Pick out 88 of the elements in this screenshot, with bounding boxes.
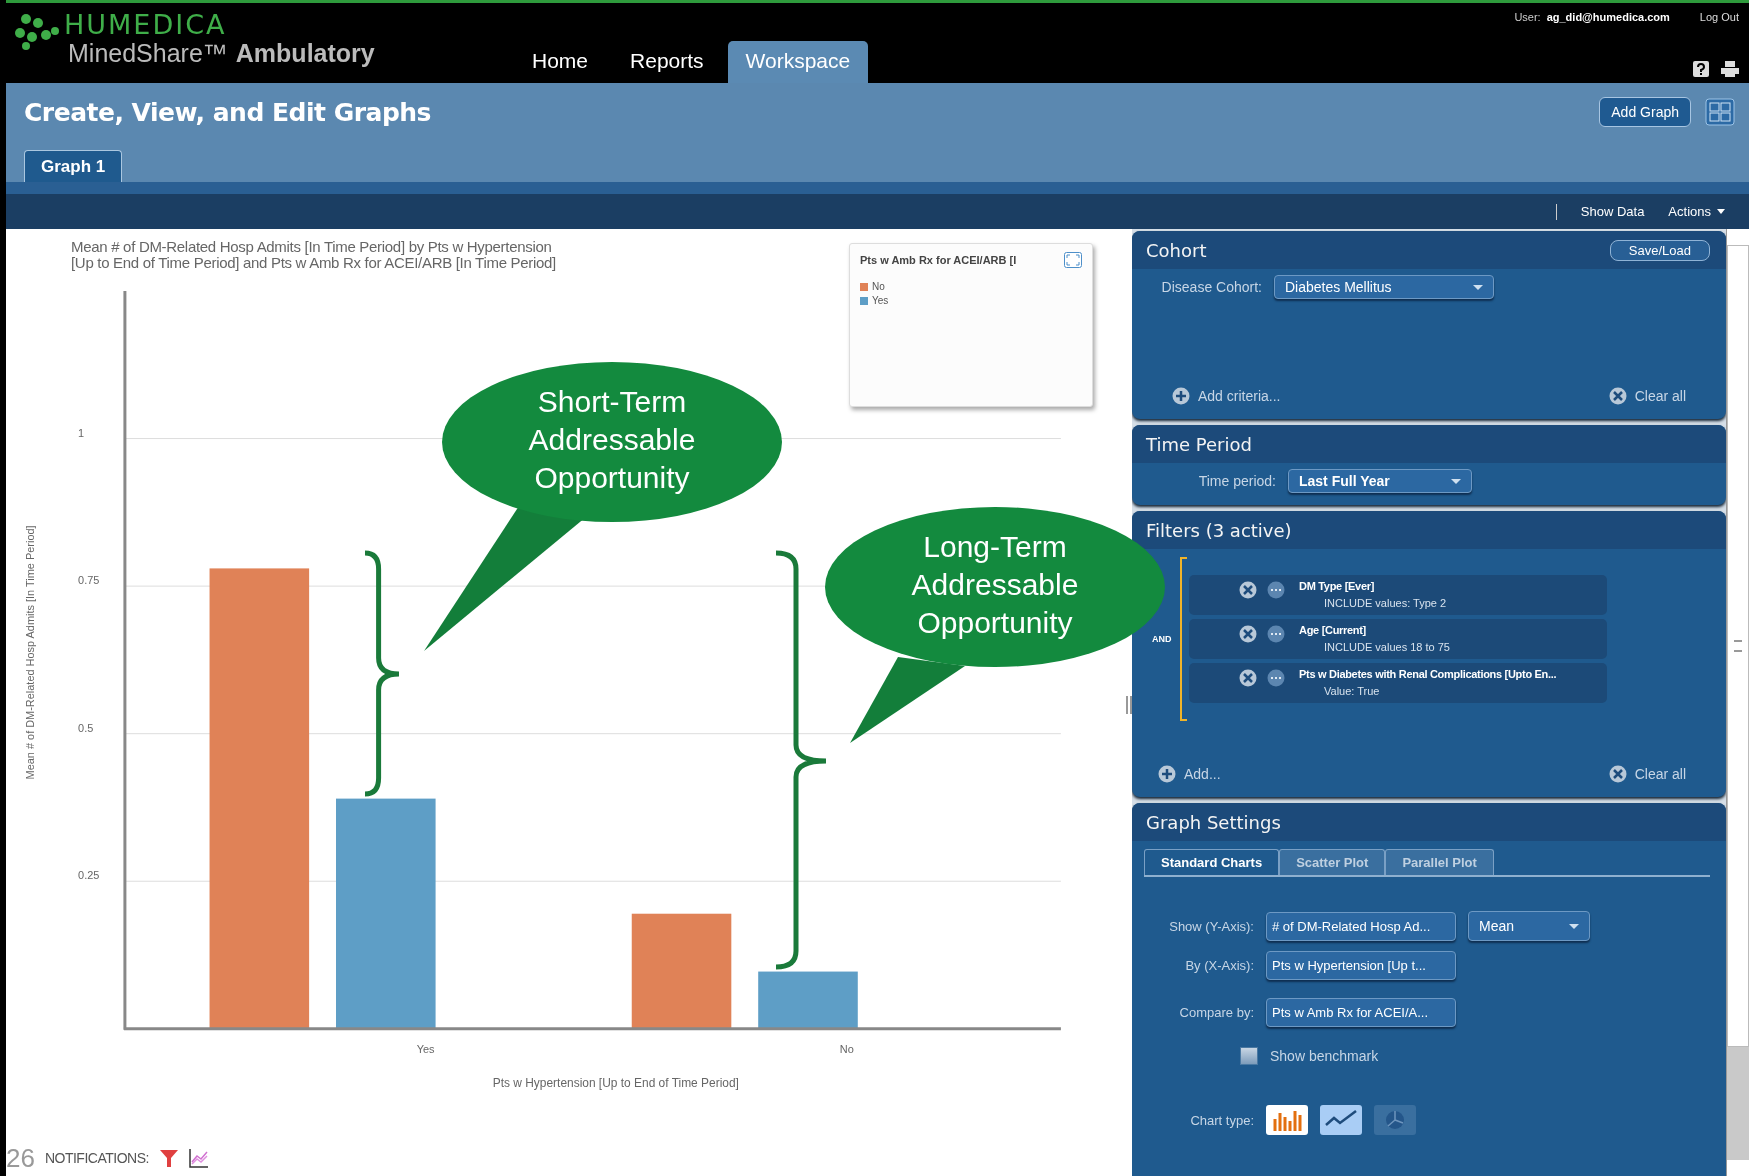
variable-selector[interactable]: Pts w Amb Rx for ACEI/A... — [1266, 998, 1456, 1027]
help-icon[interactable] — [1693, 61, 1709, 77]
add-graph-button[interactable]: Add Graph — [1599, 97, 1691, 127]
nav-tab[interactable]: Workspace — [727, 41, 869, 83]
add-filter-link[interactable]: Add... — [1184, 766, 1221, 782]
nav-tab[interactable]: Home — [514, 41, 607, 83]
clear-all-link[interactable]: Clear all — [1634, 766, 1687, 782]
field-label: By (X-Axis): — [1184, 958, 1254, 973]
y-axis-title: Mean # of DM-Related Hosp Admits [In Time Period] — [24, 525, 37, 780]
clear-icon[interactable] — [1608, 765, 1627, 783]
bar-chart-icon[interactable] — [1266, 1105, 1308, 1135]
scrollbar[interactable] — [1726, 229, 1749, 1176]
variable-selector[interactable]: # of DM-Related Hosp Ad... — [1266, 911, 1456, 941]
legend-label: No — [872, 280, 885, 294]
brand-name: HUMEDICA — [64, 11, 228, 39]
section-title: Cohort — [1146, 239, 1207, 261]
section-title: Graph Settings — [1146, 811, 1281, 833]
filter-name: Pts w Diabetes with Renal Complications [Upto En... — [1299, 668, 1557, 680]
clear-all-link[interactable]: Clear all — [1634, 388, 1687, 404]
filter-item[interactable]: DM Type [Ever] INCLUDE values: Type 2 — [1189, 575, 1607, 615]
product-name: MinedShare™ — [68, 39, 228, 68]
field-label: Disease Cohort: — [1160, 279, 1262, 295]
filter-name: DM Type [Ever] — [1299, 580, 1376, 592]
page-number: 26 — [6, 1142, 35, 1174]
section-title: Time Period — [1146, 433, 1252, 455]
add-icon[interactable] — [1158, 765, 1176, 783]
filter-detail: INCLUDE values 18 to 75 — [1323, 641, 1450, 653]
line-chart-icon[interactable] — [1320, 1105, 1362, 1135]
more-icon[interactable] — [1267, 669, 1285, 687]
add-icon[interactable] — [1172, 387, 1190, 405]
remove-icon[interactable] — [1239, 669, 1257, 687]
grid-layout-icon[interactable] — [1705, 98, 1735, 126]
filter-name: Age [Current] — [1299, 624, 1367, 636]
chart-title: Mean # of DM-Related Hosp Admits [In Time Period] by Pts w Hypertension [Up to End of Time Period] and Pts w Amb Rx for ACEI/ARB [In Time Period] — [70, 237, 556, 273]
nav-tab[interactable]: Reports — [612, 41, 722, 83]
callout-text: Long-Term Addressable Opportunity — [911, 530, 1079, 639]
show-data-link[interactable]: Show Data — [1580, 204, 1645, 219]
add-criteria-link[interactable]: Add criteria... — [1198, 388, 1281, 404]
logo-icon — [14, 11, 60, 51]
field-label: Show (Y-Axis): — [1168, 918, 1254, 934]
line-chart-icon[interactable] — [188, 1148, 209, 1169]
time-period-dropdown[interactable]: Last Full Year — [1288, 469, 1472, 493]
section-title: Filters (3 active) — [1146, 519, 1292, 541]
filter-detail: INCLUDE values: Type 2 — [1323, 597, 1447, 609]
remove-icon[interactable] — [1239, 581, 1257, 599]
field-label: Compare by: — [1178, 1005, 1254, 1020]
expand-icon[interactable] — [1064, 252, 1082, 268]
legend-label: Yes — [872, 294, 889, 308]
y-tick-label: 1 — [78, 426, 85, 439]
operator-label: AND — [1152, 634, 1173, 644]
benchmark-checkbox[interactable] — [1240, 1047, 1258, 1065]
disease-cohort-dropdown[interactable]: Diabetes Mellitus — [1274, 275, 1494, 299]
clear-icon[interactable] — [1608, 387, 1627, 405]
graph-tab[interactable]: Graph 1 — [24, 150, 123, 182]
remove-icon[interactable] — [1239, 625, 1257, 643]
actions-menu[interactable]: Actions — [1668, 204, 1725, 219]
funnel-icon[interactable] — [158, 1148, 179, 1169]
y-tick-label: 0.75 — [78, 573, 100, 586]
save-load-button[interactable]: Save/Load — [1609, 239, 1711, 261]
callout-text: Short-Term Addressable Opportunity — [528, 385, 696, 494]
settings-tab[interactable]: Parallel Plot — [1385, 849, 1494, 875]
x-category-label: No — [839, 1042, 854, 1055]
field-label: Chart type: — [1189, 1112, 1254, 1128]
variable-selector[interactable]: Pts w Hypertension [Up t... — [1266, 951, 1456, 980]
filter-item[interactable]: Age [Current] INCLUDE values 18 to 75 — [1189, 619, 1607, 659]
y-tick-label: 0.25 — [78, 869, 100, 882]
checkbox-label: Show benchmark — [1270, 1048, 1379, 1064]
logout-link[interactable]: Log Out — [1699, 11, 1739, 23]
product-edition: Ambulatory — [235, 39, 375, 68]
more-icon[interactable] — [1267, 581, 1285, 599]
filter-item[interactable]: Pts w Diabetes with Renal Complications [Upto En... Value: True — [1189, 663, 1607, 703]
settings-tab[interactable]: Standard Charts — [1144, 849, 1280, 875]
user-label: User: — [1514, 11, 1541, 23]
settings-tab[interactable]: Scatter Plot — [1279, 849, 1386, 875]
aggregate-dropdown[interactable]: Mean — [1468, 911, 1590, 941]
caret-icon — [1717, 209, 1725, 214]
x-category-label: Yes — [416, 1042, 435, 1055]
page-title: Create, View, and Edit Graphs — [24, 97, 431, 127]
notifications-label: NOTIFICATIONS: — [44, 1150, 149, 1167]
y-tick-label: 0.5 — [78, 721, 94, 734]
more-icon[interactable] — [1267, 625, 1285, 643]
splitter-handle[interactable] — [1126, 696, 1132, 714]
print-icon[interactable] — [1721, 61, 1739, 77]
legend-title: Pts w Amb Rx for ACEI/ARB [I — [860, 254, 1017, 266]
field-label: Time period: — [1197, 473, 1276, 489]
x-axis-title: Pts w Hypertension [Up to End of Time Period] — [492, 1075, 739, 1090]
filter-detail: Value: True — [1323, 685, 1381, 697]
user-name: ag_did@humedica.com — [1546, 11, 1670, 23]
